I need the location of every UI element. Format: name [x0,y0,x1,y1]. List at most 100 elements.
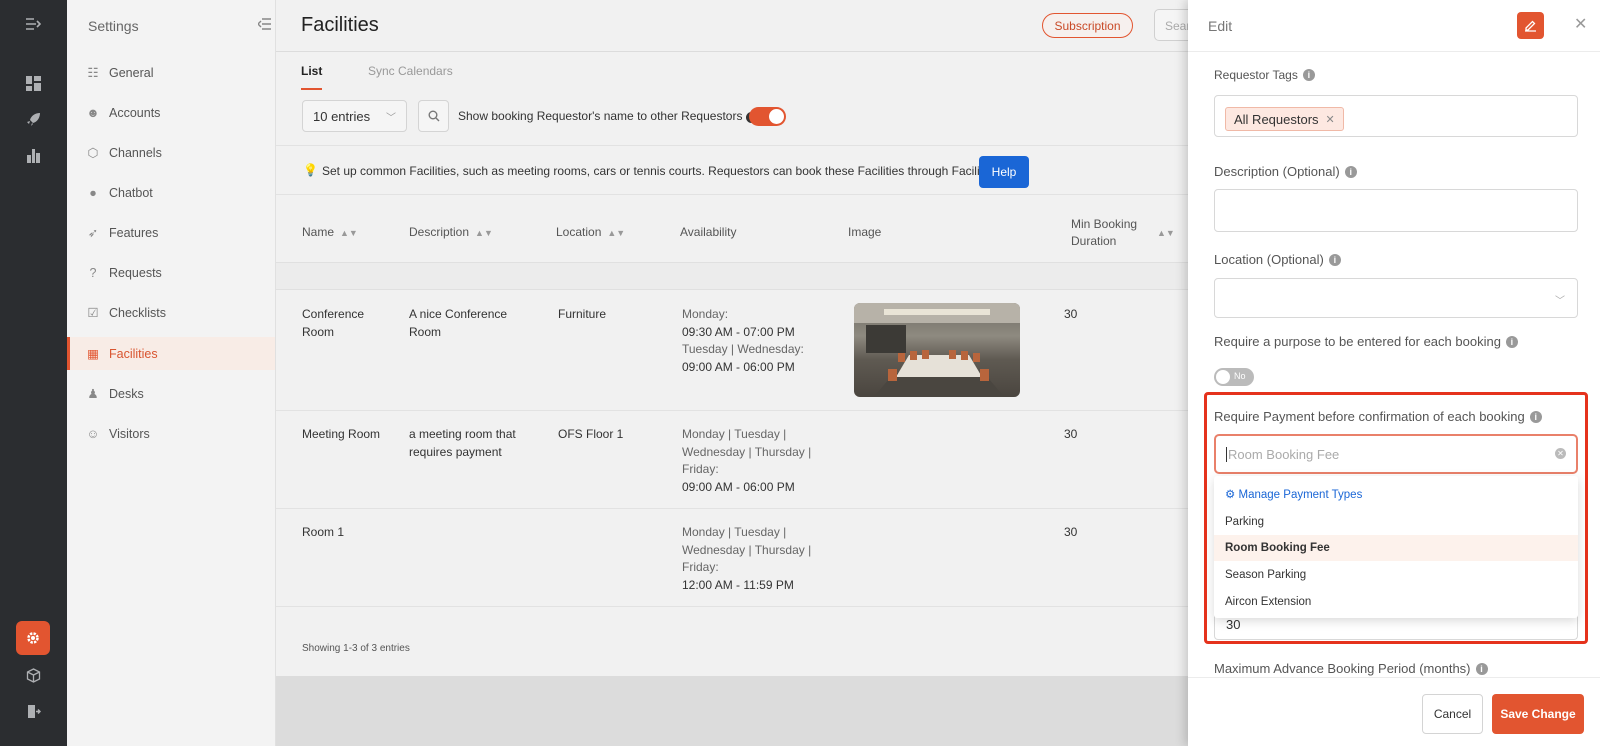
sidebar-item-visitors[interactable]: ☺ Visitors [67,417,275,450]
field-label-text: Location (Optional) [1214,252,1324,267]
subscription-button[interactable]: Subscription [1042,13,1133,38]
avail-days: Monday: [682,307,729,321]
sidebar-item-chatbot[interactable]: ● Chatbot [67,176,275,209]
sidebar-item-desks[interactable]: ♟ Desks [67,377,275,410]
sort-icon[interactable]: ▲▼ [1151,225,1175,239]
users-icon: ☻ [86,105,100,120]
col-header-availability: Availability [680,225,737,239]
entries-value: 10 entries [313,109,371,124]
sliders-icon: ☷ [87,66,99,80]
search-button[interactable] [418,100,449,132]
sidebar-item-label: Chatbot [109,185,153,200]
cell-min-duration: 30 [1064,525,1078,539]
col-header-label: Description [409,225,470,239]
logout-icon[interactable] [23,701,43,721]
requestor-tags-input[interactable]: All Requestors ✕ [1214,95,1578,137]
cell-name[interactable]: Room 1 [302,524,344,542]
sidebar-item-label: Facilities [109,346,158,361]
option-aircon-extension[interactable]: Aircon Extension [1214,589,1578,615]
sidebar-item-accounts[interactable]: ☻ Accounts [67,96,275,129]
entries-select[interactable]: 10 entries ﹀ [302,100,407,132]
payment-placeholder: Room Booking Fee [1226,447,1340,462]
clear-icon[interactable]: ✕ [1555,448,1566,459]
requestor-tags-label: Requestor Tags i [1214,68,1315,82]
app-rail [0,0,67,746]
cell-name[interactable]: Meeting Room [302,426,402,444]
sidebar-item-label: Visitors [109,426,150,441]
chevron-down-icon: ﹀ [386,113,396,124]
sidebar-item-label: Desks [109,386,144,401]
avail-time: 12:00 AM - 11:59 PM [682,577,794,592]
rocket-icon[interactable] [23,109,43,129]
sidebar-item-label: Channels [109,145,162,160]
drawer-title: Edit [1208,18,1233,34]
cell-description: a meeting room that requires payment [409,427,516,459]
visitor-icon: ☺ [86,426,100,441]
sidebar-item-features[interactable]: ➶ Features [67,216,275,249]
info-icon: i [1529,411,1542,423]
checklist-icon: ☑ [87,306,99,320]
sidebar-item-requests[interactable]: ? Requests [67,256,275,289]
calendar-icon: ▦ [87,347,99,361]
sidebar-item-facilities[interactable]: ▦ Facilities [67,337,275,370]
purpose-label: Require a purpose to be entered for each… [1214,334,1518,349]
description-textarea[interactable] [1214,189,1578,232]
cell-name[interactable]: Conference Room [302,306,392,341]
dashboard-icon[interactable] [23,73,43,93]
tab-list[interactable]: List [301,64,323,90]
package-icon[interactable] [23,665,43,685]
col-header-label: Name [302,225,335,239]
info-icon: i [1344,166,1357,178]
avail-days: Tuesday | Wednesday: [682,342,804,356]
settings-gear-icon[interactable] [16,621,50,655]
payment-type-dropdown: ⚙ Manage Payment Types Parking Room Book… [1214,476,1578,618]
option-room-booking-fee[interactable]: Room Booking Fee [1214,535,1578,561]
save-change-button[interactable]: Save Change [1492,694,1584,734]
collapse-sidebar-icon[interactable] [257,18,272,33]
manage-payment-types-label: Manage Payment Types [1238,489,1363,501]
settings-title: Settings [88,18,139,34]
sidebar-item-checklists[interactable]: ☑ Checklists [67,296,275,329]
sidebar-item-general[interactable]: ☷ General [67,56,275,89]
col-header-description[interactable]: Description ▲▼ [409,225,493,239]
option-season-parking[interactable]: Season Parking [1214,562,1578,588]
option-parking[interactable]: Parking [1214,509,1578,535]
col-header-name[interactable]: Name ▲▼ [302,225,358,239]
info-icon: i [1302,69,1315,81]
lightbulb-icon: 💡 [303,163,318,177]
payment-type-select[interactable]: Room Booking Fee ✕ [1214,434,1578,474]
cube-icon: ⬡ [87,146,99,160]
remove-tag-icon[interactable]: ✕ [1326,113,1335,126]
cell-min-duration: 30 [1064,427,1078,441]
close-icon[interactable]: ✕ [1574,14,1587,34]
info-icon: i [1475,663,1488,675]
location-label: Location (Optional) i [1214,252,1341,267]
cancel-button[interactable]: Cancel [1422,694,1483,734]
location-select[interactable]: ﹀ [1214,278,1578,318]
chat-icon: ● [89,185,97,200]
pencil-icon[interactable] [1517,12,1544,39]
menu-toggle-icon[interactable] [23,14,43,34]
sidebar-item-label: General [109,65,154,80]
gear-icon: ⚙ [1225,489,1236,501]
field-label-text: Require Payment before confirmation of e… [1214,409,1525,424]
show-requestor-toggle[interactable] [749,107,786,126]
col-header-min-duration[interactable]: Min Booking Duration [1071,216,1153,250]
description-label: Description (Optional) i [1214,164,1357,179]
info-text: Set up common Facilities, such as meetin… [322,164,1011,178]
avail-days: Monday | Tuesday | Wednesday | Thursday … [682,427,812,476]
pagination-info: Showing 1-3 of 3 entries [302,643,410,654]
cell-description: A nice Conference Room [409,307,508,339]
settings-sidebar: Settings ☷ General ☻ Accounts ⬡ Channels ● C… [67,0,276,746]
sidebar-item-channels[interactable]: ⬡ Channels [67,136,275,169]
building-icon[interactable] [23,145,43,165]
col-header-image: Image [848,225,882,239]
manage-payment-types-link[interactable]: ⚙ Manage Payment Types [1214,480,1578,506]
purpose-toggle[interactable]: No [1214,368,1254,386]
tag-chip: All Requestors ✕ [1225,107,1344,131]
col-header-location[interactable]: Location ▲▼ [556,225,625,239]
sort-icon: ▲▼ [475,228,493,238]
cell-availability: Monday | Tuesday | Wednesday | Thursday … [682,524,812,594]
help-button[interactable]: Help [979,156,1029,188]
tab-sync-calendars[interactable]: Sync Calendars [368,64,453,78]
